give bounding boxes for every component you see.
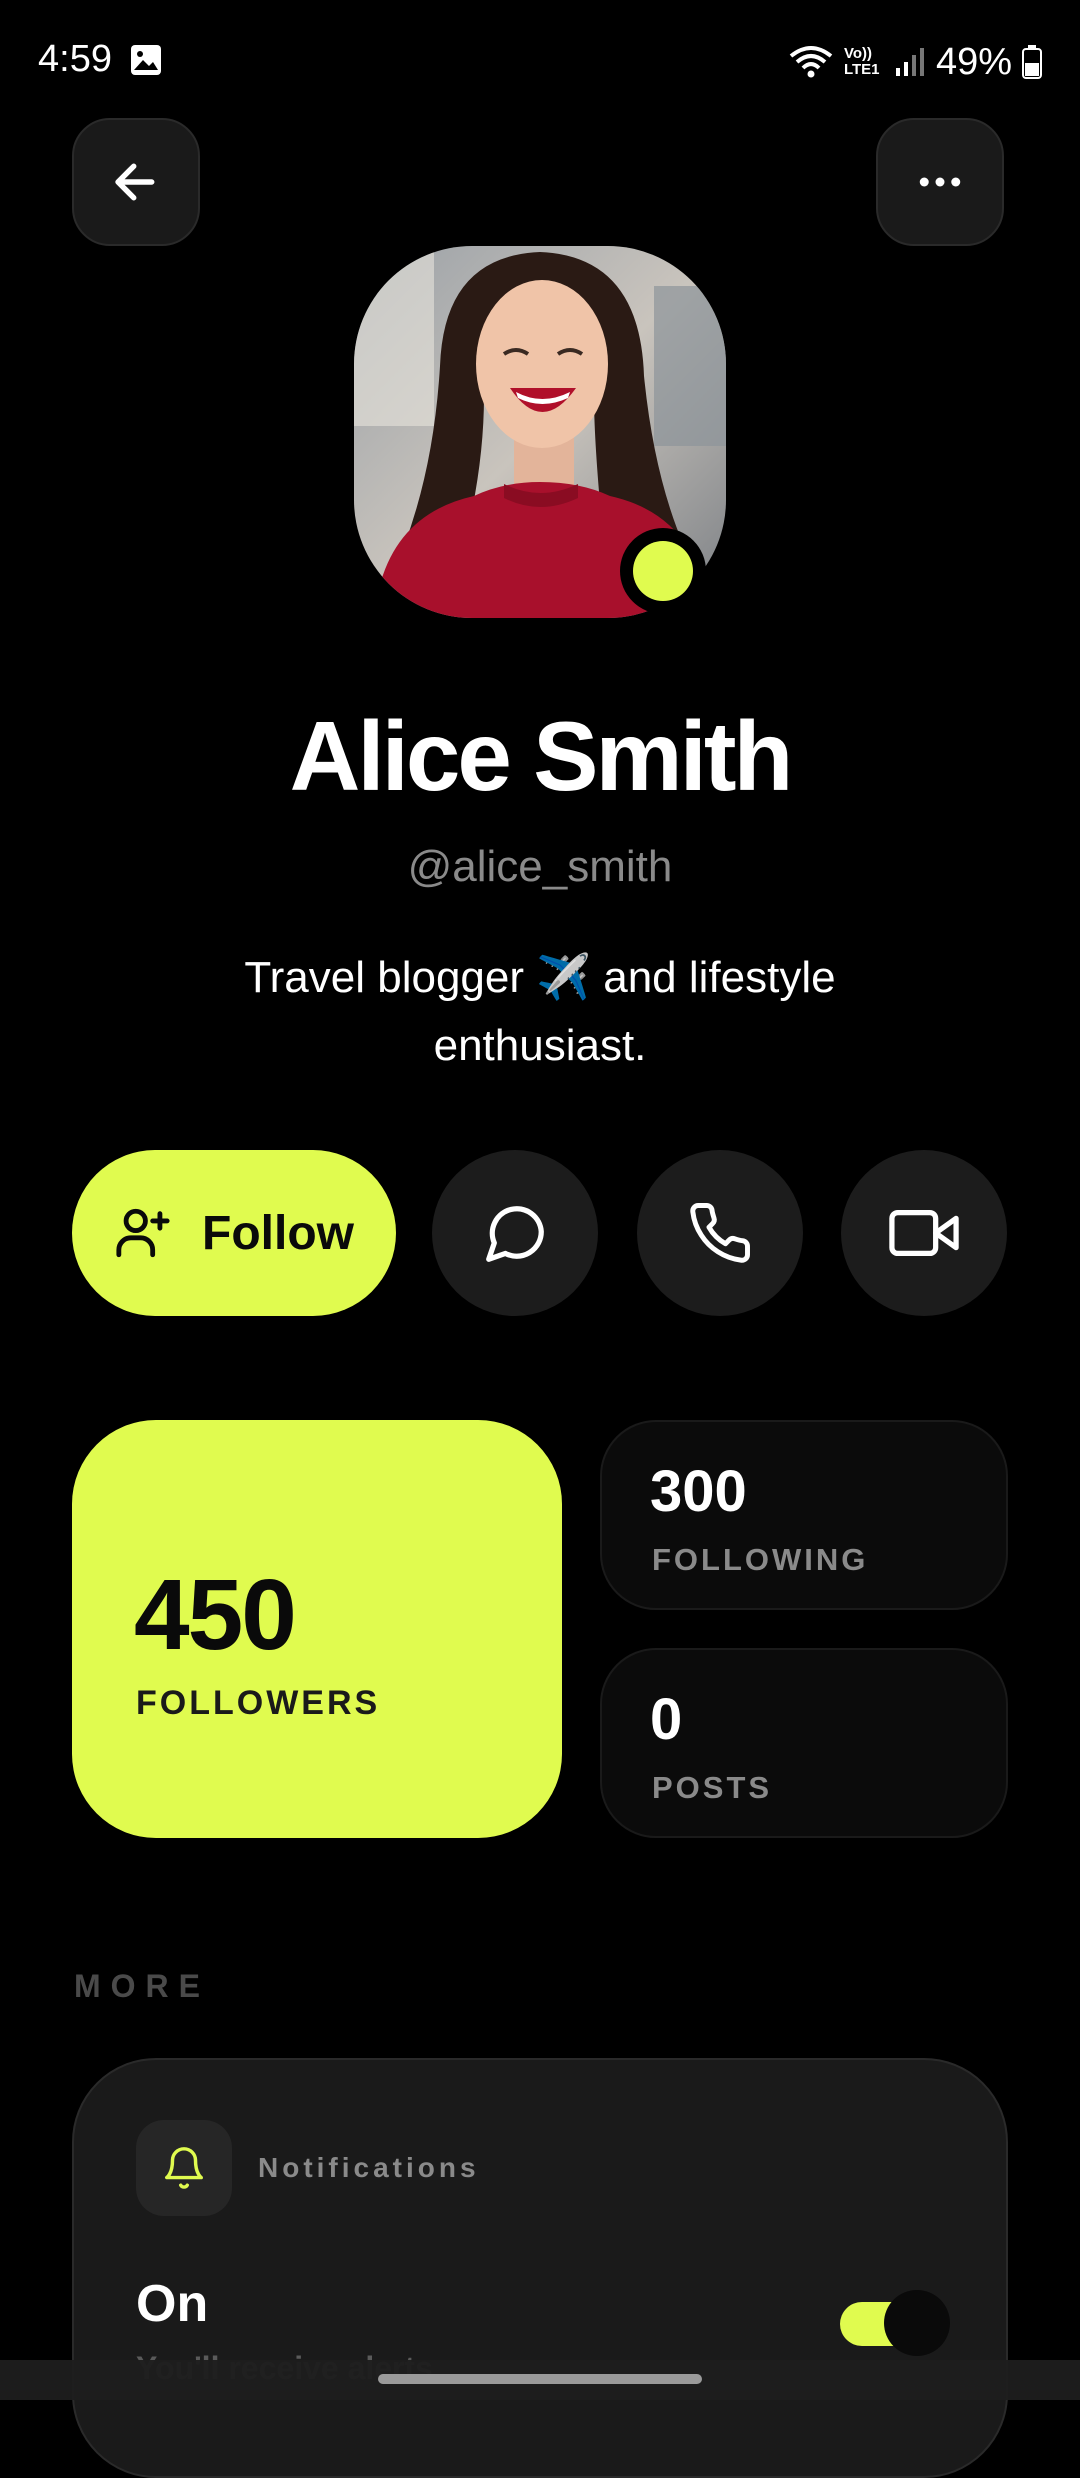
profile-handle: @alice_smith (407, 842, 673, 891)
following-label: FOLLOWING (652, 1542, 869, 1577)
notifications-card: Notifications On You'll receive alerts (72, 2058, 1008, 2478)
user-plus-icon (116, 1208, 170, 1258)
phone-icon (690, 1203, 750, 1263)
navigation-gesture-bar (0, 2360, 1080, 2400)
status-bar: 4:59 Vo)) LTE1 49% (0, 0, 1080, 124)
message-button[interactable] (432, 1150, 598, 1316)
posts-count: 0 (650, 1687, 683, 1752)
more-options-button[interactable] (876, 118, 1004, 246)
wifi-icon (789, 46, 833, 78)
posts-stat-card[interactable]: 0 POSTS (600, 1648, 1008, 1838)
gallery-notification-icon (131, 45, 161, 75)
more-horizontal-icon (919, 177, 961, 187)
profile-name: Alice Smith (289, 701, 794, 811)
toggle-knob (884, 2290, 950, 2356)
follow-button-label: Follow (202, 1206, 354, 1260)
message-circle-icon (486, 1206, 544, 1262)
network-type-label: Vo)) LTE1 (843, 45, 880, 78)
avatar-container (354, 246, 726, 618)
follow-button[interactable]: Follow (72, 1150, 396, 1316)
notifications-title: Notifications (258, 2152, 480, 2183)
battery-icon (1022, 45, 1042, 79)
online-status-indicator (620, 528, 706, 614)
notifications-state: On (136, 2275, 209, 2333)
call-button[interactable] (637, 1150, 803, 1316)
followers-count: 450 (134, 1559, 297, 1671)
notifications-toggle[interactable] (840, 2290, 950, 2356)
battery-percent: 49% (935, 40, 1012, 83)
following-stat-card[interactable]: 300 FOLLOWING (600, 1420, 1008, 1610)
signal-icon (895, 48, 924, 76)
back-button[interactable] (72, 118, 200, 246)
status-time: 4:59 (38, 38, 112, 80)
followers-label: FOLLOWERS (136, 1684, 381, 1722)
followers-stat-card[interactable]: 450 FOLLOWERS (72, 1420, 562, 1838)
notifications-icon-box (136, 2120, 232, 2216)
bell-icon (165, 2147, 203, 2189)
video-icon (889, 1209, 959, 1257)
profile-bio: Travel blogger ✈️ and lifestyle enthusia… (244, 953, 836, 1070)
posts-label: POSTS (652, 1770, 773, 1805)
video-call-button[interactable] (841, 1150, 1007, 1316)
arrow-left-icon (115, 163, 155, 201)
home-gesture-handle[interactable] (378, 2374, 702, 2384)
following-count: 300 (650, 1459, 747, 1524)
more-section-heading: MORE (74, 1968, 210, 2004)
status-indicators: Vo)) LTE1 49% (788, 38, 1042, 86)
